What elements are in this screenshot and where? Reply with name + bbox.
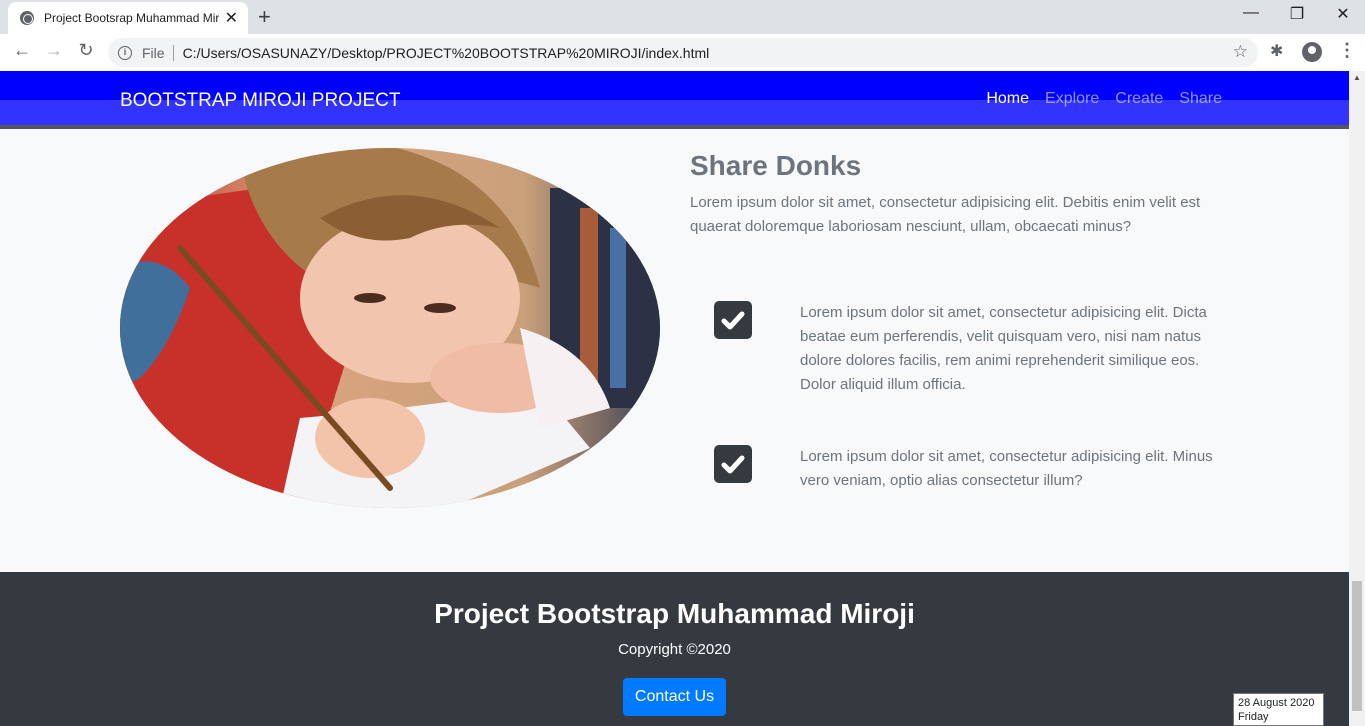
nav-link-create[interactable]: Create <box>1115 90 1163 108</box>
contact-us-button[interactable]: Contact Us <box>623 678 726 716</box>
footer: Project Bootstrap Muhammad Miroji Copyri… <box>0 572 1349 726</box>
reload-button[interactable]: ↻ <box>74 40 98 61</box>
profile-icon[interactable] <box>1302 42 1322 62</box>
close-window-button[interactable]: ✕ <box>1320 4 1365 24</box>
page-scrollbar[interactable]: ▲ <box>1349 71 1365 726</box>
navbar-brand[interactable]: BOOTSTRAP MIROJI PROJECT <box>120 90 400 112</box>
check-square-icon <box>714 301 752 339</box>
child-drawing-photo <box>120 148 660 508</box>
url-text[interactable]: C:/Users/OSASUNAZY/Desktop/PROJECT%20BOO… <box>183 45 710 61</box>
navbar: BOOTSTRAP MIROJI PROJECT Home Explore Cr… <box>0 71 1349 129</box>
nav-link-explore[interactable]: Explore <box>1045 90 1099 108</box>
tooltip-day: Friday <box>1238 711 1269 723</box>
restore-button[interactable]: ❐ <box>1274 4 1320 24</box>
tab-close-icon[interactable]: ✕ <box>225 8 238 28</box>
section-description: Lorem ipsum dolor sit amet, consectetur … <box>690 194 1201 235</box>
footer-title: Project Bootstrap Muhammad Miroji <box>434 598 915 629</box>
new-tab-button[interactable]: + <box>258 4 271 30</box>
info-icon[interactable]: i <box>118 45 132 60</box>
check-square-icon <box>714 445 752 483</box>
file-label: File <box>142 44 174 61</box>
extensions-icon[interactable]: ✱ <box>1270 41 1283 61</box>
address-bar[interactable]: i File C:/Users/OSASUNAZY/Desktop/PROJEC… <box>108 38 1258 67</box>
browser-toolbar: ← → ↻ i File C:/Users/OSASUNAZY/Desktop/… <box>0 34 1365 71</box>
scroll-up-arrow-icon[interactable]: ▲ <box>1353 73 1361 82</box>
footer-copyright: Copyright ©2020 <box>618 641 731 658</box>
feature-text-2: Lorem ipsum dolor sit amet, consectetur … <box>800 448 1213 489</box>
nav-link-share[interactable]: Share <box>1179 90 1222 108</box>
browser-menu-icon[interactable]: ⋮ <box>1338 40 1356 61</box>
nav-link-home[interactable]: Home <box>986 90 1029 108</box>
nav-links: Home Explore Create Share <box>986 90 1222 108</box>
back-button[interactable]: ← <box>10 40 34 61</box>
bookmark-star-icon[interactable]: ☆ <box>1233 42 1248 62</box>
date-tooltip: 28 August 2020 Friday <box>1233 693 1324 726</box>
page-viewport: BOOTSTRAP MIROJI PROJECT Home Explore Cr… <box>0 71 1349 726</box>
minimize-button[interactable]: — <box>1228 4 1274 22</box>
scrollbar-thumb[interactable] <box>1352 581 1362 711</box>
browser-tab-strip: Project Bootsrap Muhammad Miroji ✕ + — ❐… <box>0 0 1365 34</box>
browser-tab[interactable]: Project Bootsrap Muhammad Miroji ✕ <box>8 2 248 34</box>
globe-icon <box>20 11 34 25</box>
tab-title: Project Bootsrap Muhammad Miroji <box>44 11 219 25</box>
section-title: Share Donks <box>690 150 862 181</box>
feature-text-1: Lorem ipsum dolor sit amet, consectetur … <box>800 304 1207 393</box>
tooltip-date: 28 August 2020 <box>1238 697 1315 709</box>
forward-button[interactable]: → <box>42 40 66 61</box>
